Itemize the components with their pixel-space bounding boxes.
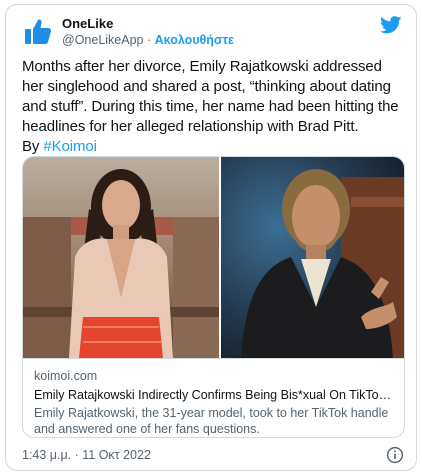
man-photo-image bbox=[221, 157, 404, 358]
link-preview-info[interactable]: koimoi.com Emily Ratajkowski Indirectly … bbox=[23, 358, 404, 437]
tweet-timestamp[interactable]: 1:43 μ.μ. · 11 Οκτ 2022 bbox=[22, 447, 151, 463]
handle-separator: · bbox=[143, 33, 155, 47]
author-handle[interactable]: @OneLikeApp bbox=[62, 33, 144, 47]
link-description: Emily Rajatkowski, the 31-year model, to… bbox=[34, 406, 389, 436]
link-domain: koimoi.com bbox=[34, 369, 98, 383]
tweet-byline: By bbox=[22, 138, 44, 155]
link-preview-card[interactable]: koimoi.com Emily Ratajkowski Indirectly … bbox=[22, 156, 405, 438]
thumbs-up-icon bbox=[25, 19, 52, 44]
tweet-header: OneLike @OneLikeApp · Ακολουθήστε bbox=[22, 14, 404, 50]
preview-photo-right bbox=[221, 157, 404, 358]
hashtag-link[interactable]: #Koimoi bbox=[43, 138, 97, 155]
preview-media[interactable] bbox=[23, 157, 404, 358]
tweet-text: Months after her divorce, Emily Rajatkow… bbox=[22, 57, 406, 157]
link-title: Emily Ratajkowski Indirectly Confirms Be… bbox=[34, 388, 395, 402]
avatar[interactable] bbox=[22, 16, 54, 48]
follow-button[interactable]: Ακολουθήστε bbox=[155, 33, 234, 47]
twitter-bird-icon[interactable] bbox=[380, 16, 402, 34]
preview-photo-left bbox=[23, 157, 219, 358]
embedded-tweet-card: OneLike @OneLikeApp · Ακολουθήστε Months… bbox=[5, 4, 417, 471]
author-display-name[interactable]: OneLike bbox=[62, 15, 234, 32]
info-icon[interactable] bbox=[386, 446, 404, 464]
woman-photo-image bbox=[23, 157, 219, 358]
tweet-body: Months after her divorce, Emily Rajatkow… bbox=[22, 58, 399, 135]
handle-row: @OneLikeApp · Ακολουθήστε bbox=[62, 32, 234, 49]
author-block: OneLike @OneLikeApp · Ακολουθήστε bbox=[62, 15, 234, 49]
